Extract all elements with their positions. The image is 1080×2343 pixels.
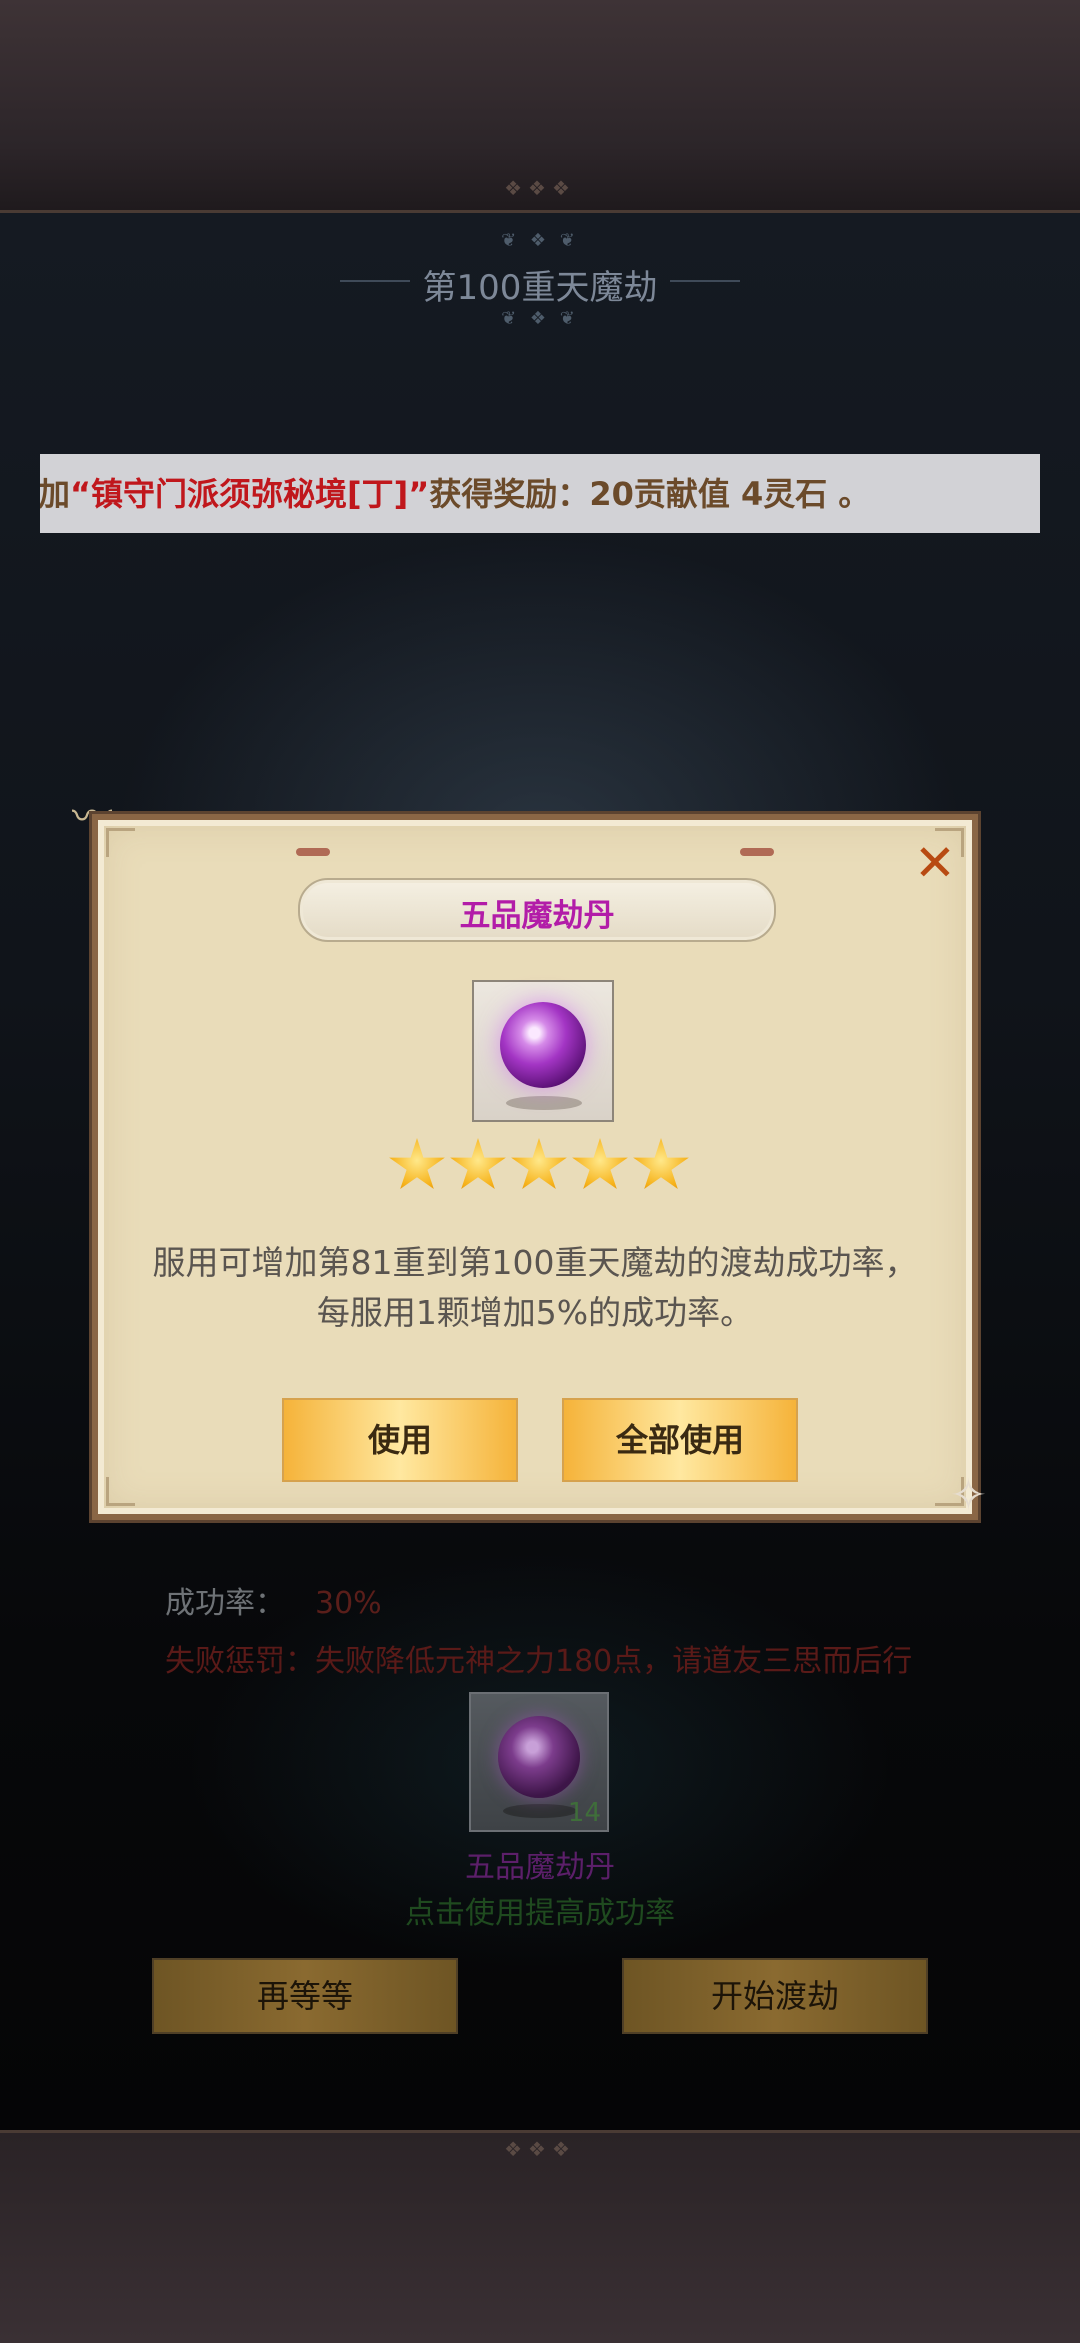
banner-text: 加“镇守门派须弥秘境[丁]”获得奖励：20贡献值 4灵石 。 — [40, 469, 870, 515]
wait-button[interactable]: 再等等 — [152, 1958, 458, 2034]
modal-title: 五品魔劫丹 — [459, 898, 615, 934]
success-rate-label: 成功率： — [165, 1586, 285, 1621]
banner-quest-name: “镇守门派须弥秘境[丁]” — [70, 475, 430, 513]
star-icon — [511, 1138, 567, 1189]
pill-item-slot[interactable]: 14 — [469, 1692, 609, 1832]
bottom-ornament: ❖❖❖ — [504, 2137, 576, 2161]
banner-reward: 获得奖励：20贡献值 4灵石 。 — [429, 475, 871, 513]
success-rate-value: 30% — [315, 1586, 382, 1621]
page-title-plaque: ❦ ❖ ❦ 第100重天魔劫 ❦ ❖ ❦ — [340, 230, 740, 330]
pill-use-hint: 点击使用提高成功率 — [405, 1896, 675, 1931]
item-description: 服用可增加第81重到第100重天魔劫的渡劫成功率， 每服用1颗增加5%的成功率。 — [128, 1238, 942, 1338]
plaque-rod-right — [740, 848, 774, 856]
title-bottom-ornament: ❦ ❖ ❦ — [501, 308, 579, 329]
title-top-ornament: ❦ ❖ ❦ — [501, 230, 579, 251]
page-title: 第100重天魔劫 — [422, 268, 658, 308]
success-rate-row: 成功率： 30% — [165, 1578, 382, 1622]
description-line: 服用可增加第81重到第100重天魔劫的渡劫成功率， — [152, 1243, 918, 1282]
close-icon[interactable]: ✕ — [910, 838, 960, 888]
failure-penalty-text: 失败惩罚：失败降低元神之力180点，请道友三思而后行 — [165, 1644, 913, 1679]
modal-title-plaque: 五品魔劫丹 — [298, 878, 776, 942]
star-icon — [450, 1138, 506, 1189]
reward-notification-banner: 加“镇守门派须弥秘境[丁]”获得奖励：20贡献值 4灵石 。 — [40, 454, 1040, 533]
top-frame-band: ❖❖❖ — [0, 0, 1080, 213]
modal-item-slot — [472, 980, 614, 1122]
use-all-button[interactable]: 全部使用 — [562, 1398, 798, 1482]
start-tribulation-button[interactable]: 开始渡劫 — [622, 1958, 928, 2034]
title-divider-right — [670, 280, 740, 282]
rating-stars — [388, 1138, 698, 1198]
top-ornament: ❖❖❖ — [504, 176, 576, 200]
star-icon — [572, 1138, 628, 1189]
use-button[interactable]: 使用 — [282, 1398, 518, 1482]
banner-prefix: 加 — [40, 475, 71, 513]
frame-corner — [106, 828, 135, 857]
purple-orb-icon — [500, 1002, 586, 1088]
plaque-rod-left — [296, 848, 330, 856]
orb-shadow — [506, 1096, 582, 1110]
description-line: 每服用1颗增加5%的成功率。 — [316, 1293, 754, 1332]
frame-corner — [106, 1477, 135, 1506]
item-count: 14 — [567, 1798, 601, 1828]
star-icon — [633, 1138, 689, 1189]
purple-orb-icon — [498, 1716, 580, 1798]
sparkle-ornament-icon: ✧ — [950, 1470, 987, 1521]
item-detail-modal: ✕ 五品魔劫丹 服用可增加第81重到第100重天魔劫的渡劫成功率， 每服用1颗增… — [92, 814, 978, 1520]
pill-item-name: 五品魔劫丹 — [465, 1850, 615, 1885]
orb-shadow — [503, 1804, 577, 1818]
bottom-frame-band: ❖❖❖ — [0, 2130, 1080, 2343]
star-icon — [389, 1138, 445, 1189]
